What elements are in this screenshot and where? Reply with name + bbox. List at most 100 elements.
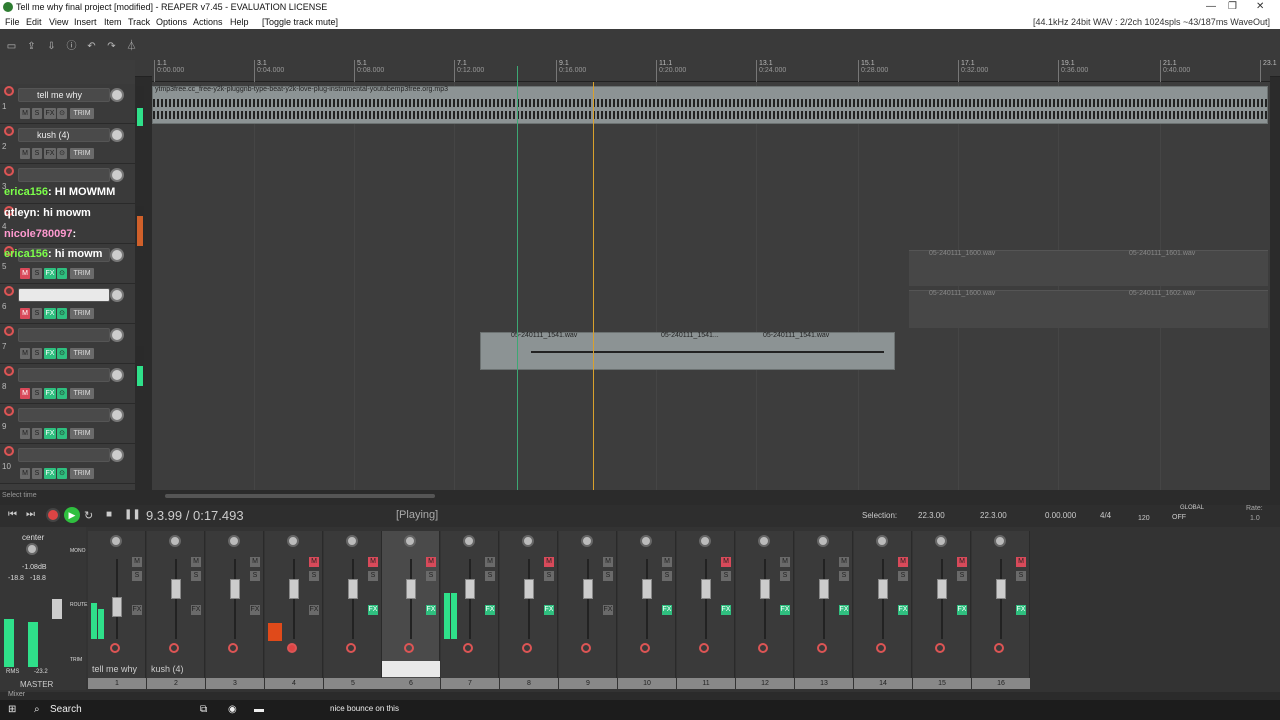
pan-knob[interactable] [640,535,652,547]
metronome-icon[interactable]: ⏃ [125,40,138,53]
mute-button[interactable]: M [309,557,319,567]
fx-button[interactable]: FX [721,605,731,615]
master-fader[interactable] [52,599,62,619]
volume-knob[interactable] [110,328,124,342]
mixer-channel-7[interactable]: M S FX 7 [441,531,499,689]
fx-button[interactable]: FX [368,605,378,615]
io-button[interactable]: ⊙ [57,108,67,119]
mixer-channel-6[interactable]: M S FX 6 [382,531,440,689]
track-7[interactable]: 7 M S FX ⊙ TRIM [0,324,135,364]
play-button[interactable]: ▶ [64,507,80,523]
io-button[interactable]: ⊙ [57,148,67,159]
record-arm-icon[interactable] [4,446,14,456]
mute-button[interactable]: M [20,108,30,119]
menu-insert[interactable]: Insert [74,17,97,27]
selected-channel-name[interactable] [382,661,440,677]
mute-button[interactable]: M [721,557,731,567]
mixer-channel-1[interactable]: M S FX tell me why 1 [88,531,146,689]
mute-button[interactable]: M [191,557,201,567]
track-name-box[interactable]: kush (4) [18,128,110,142]
mixer-channel-9[interactable]: M S FX 9 [559,531,617,689]
fx-button[interactable]: FX [426,605,436,615]
mute-button[interactable]: M [485,557,495,567]
mute-button[interactable]: M [839,557,849,567]
mixer-channel-14[interactable]: M S FX 14 [854,531,912,689]
menu-track[interactable]: Track [128,17,150,27]
solo-button[interactable]: S [368,571,378,581]
timeline-ruler[interactable]: 1.1 0:00.000 3.1 0:04.000 5.1 0:08.000 7.1 0… [152,60,1277,82]
track-6[interactable]: 6 M S FX ⊙ TRIM [0,284,135,324]
fx-button[interactable]: FX [1016,605,1026,615]
fx-button[interactable]: FX [44,268,56,279]
close-button[interactable]: ✕ [1256,1,1264,12]
browser-icon[interactable]: ◉ [228,704,237,715]
io-button[interactable]: ⊙ [57,388,67,399]
open-project-icon[interactable]: ⇪ [25,40,38,53]
go-end-icon[interactable]: ⏭ [26,509,35,520]
menu-toggle-mute[interactable]: [Toggle track mute] [262,17,338,27]
fx-button[interactable]: FX [44,428,56,439]
mixer-channel-8[interactable]: M S FX 8 [500,531,558,689]
solo-button[interactable]: S [426,571,436,581]
global-automation-state[interactable]: OFF [1172,514,1186,521]
record-arm-icon[interactable] [522,643,532,653]
record-arm-icon[interactable] [758,643,768,653]
record-arm-icon[interactable] [935,643,945,653]
record-arm-icon[interactable] [110,643,120,653]
io-button[interactable]: ⊙ [57,468,67,479]
menu-help[interactable]: Help [230,17,249,27]
trim-button[interactable]: TRIM [70,308,94,319]
mute-button[interactable]: M [132,557,142,567]
new-project-icon[interactable]: ▭ [5,40,18,53]
record-arm-icon[interactable] [581,643,591,653]
master-trim-button[interactable]: TRIM [70,657,82,663]
fx-button[interactable]: FX [250,605,260,615]
trim-button[interactable]: TRIM [70,348,94,359]
mixer-channel-4[interactable]: M S FX 4 [265,531,323,689]
pan-knob[interactable] [581,535,593,547]
volume-knob[interactable] [110,168,124,182]
mute-button[interactable]: M [20,308,30,319]
redo-icon[interactable]: ↷ [105,40,118,53]
volume-fader[interactable] [760,579,770,599]
mute-button[interactable]: M [426,557,436,567]
pan-knob[interactable] [876,535,888,547]
route-button[interactable]: ROUTE [70,602,88,608]
record-arm-icon[interactable] [640,643,650,653]
taskbar-search[interactable]: Search [50,704,82,715]
rate-value[interactable]: 1.0 [1250,515,1260,522]
volume-fader[interactable] [230,579,240,599]
global-automation[interactable]: GLOBAL [1180,505,1204,511]
mute-button[interactable]: M [780,557,790,567]
io-button[interactable]: ⊙ [57,268,67,279]
trim-button[interactable]: TRIM [70,268,94,279]
pan-knob[interactable] [699,535,711,547]
volume-knob[interactable] [110,368,124,382]
solo-button[interactable]: S [32,468,42,479]
media-item-vocal[interactable]: 05-240111_1541.wav 05-240111_1541... 05-… [480,332,895,370]
mixer-channel-13[interactable]: M S FX 13 [795,531,853,689]
solo-button[interactable]: S [132,571,142,581]
mute-button[interactable]: M [898,557,908,567]
maximize-button[interactable]: ❐ [1228,1,1237,12]
mute-button[interactable]: M [544,557,554,567]
solo-button[interactable]: S [191,571,201,581]
volume-fader[interactable] [819,579,829,599]
track-1[interactable]: 1 tell me why M S FX ⊙ TRIM [0,84,135,124]
volume-fader[interactable] [996,579,1006,599]
pan-knob[interactable] [522,535,534,547]
track-name-box[interactable] [18,408,110,422]
trim-button[interactable]: TRIM [70,148,94,159]
track-name-box[interactable] [18,288,110,302]
windows-start-icon[interactable]: ⊞ [8,704,16,715]
pan-knob[interactable] [758,535,770,547]
pan-knob[interactable] [463,535,475,547]
record-arm-icon[interactable] [4,406,14,416]
fx-button[interactable]: FX [603,605,613,615]
volume-fader[interactable] [406,579,416,599]
go-start-icon[interactable]: ⏮ [8,509,17,520]
volume-knob[interactable] [110,448,124,462]
record-arm-icon[interactable] [4,166,14,176]
selection-length[interactable]: 0.00.000 [1045,511,1076,520]
trim-button[interactable]: TRIM [70,428,94,439]
